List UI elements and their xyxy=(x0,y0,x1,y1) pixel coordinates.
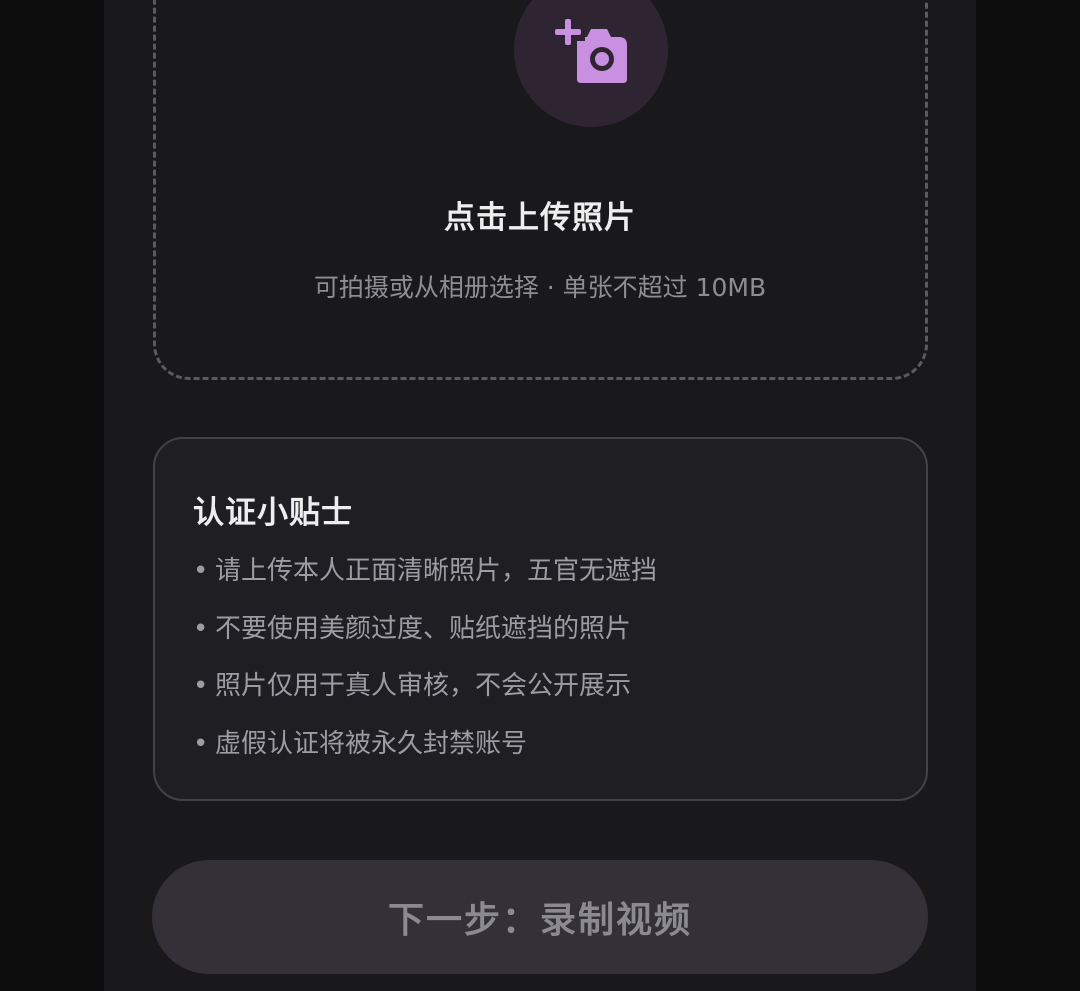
tip-text: 照片仅用于真人审核，不会公开展示 xyxy=(215,671,632,701)
bullet-icon: • xyxy=(193,556,209,586)
tips-list: • 请上传本人正面清晰照片，五官无遮挡 • 不要使用美颜过度、贴纸遮挡的照片 • 照片… xyxy=(193,551,657,781)
upload-icon-circle[interactable] xyxy=(514,0,668,127)
tip-text: 不要使用美颜过度、贴纸遮挡的照片 xyxy=(215,613,632,644)
list-item: • 虚假认证将被永久封禁账号 xyxy=(193,724,657,782)
tips-card: 认证小贴士 • 请上传本人正面清晰照片，五官无遮挡 • 不要使用美颜过度、贴纸遮挡的… xyxy=(153,437,928,801)
list-item: • 不要使用美颜过度、贴纸遮挡的照片 xyxy=(193,609,657,667)
photo-upload-zone[interactable] xyxy=(153,0,928,380)
upload-title: 点击上传照片 xyxy=(444,200,636,236)
list-item: • 请上传本人正面清晰照片，五官无遮挡 xyxy=(193,551,657,609)
add-photo-icon xyxy=(555,19,627,83)
upload-hint: 可拍摄或从相册选择 · 单张不超过 10MB xyxy=(313,273,767,302)
tip-text: 请上传本人正面清晰照片，五官无遮挡 xyxy=(215,556,658,586)
bullet-icon: • xyxy=(193,671,209,701)
next-step-button[interactable]: 下一步：录制视频 xyxy=(152,860,928,974)
bullet-icon: • xyxy=(193,613,209,644)
screen: 点击上传照片 可拍摄或从相册选择 · 单张不超过 10MB 认证小贴士 • 请上传… xyxy=(104,0,976,991)
bullet-icon: • xyxy=(193,728,209,759)
tips-title: 认证小贴士 xyxy=(193,495,353,531)
list-item: • 照片仅用于真人审核，不会公开展示 xyxy=(193,666,657,724)
tip-text: 虚假认证将被永久封禁账号 xyxy=(215,728,528,759)
